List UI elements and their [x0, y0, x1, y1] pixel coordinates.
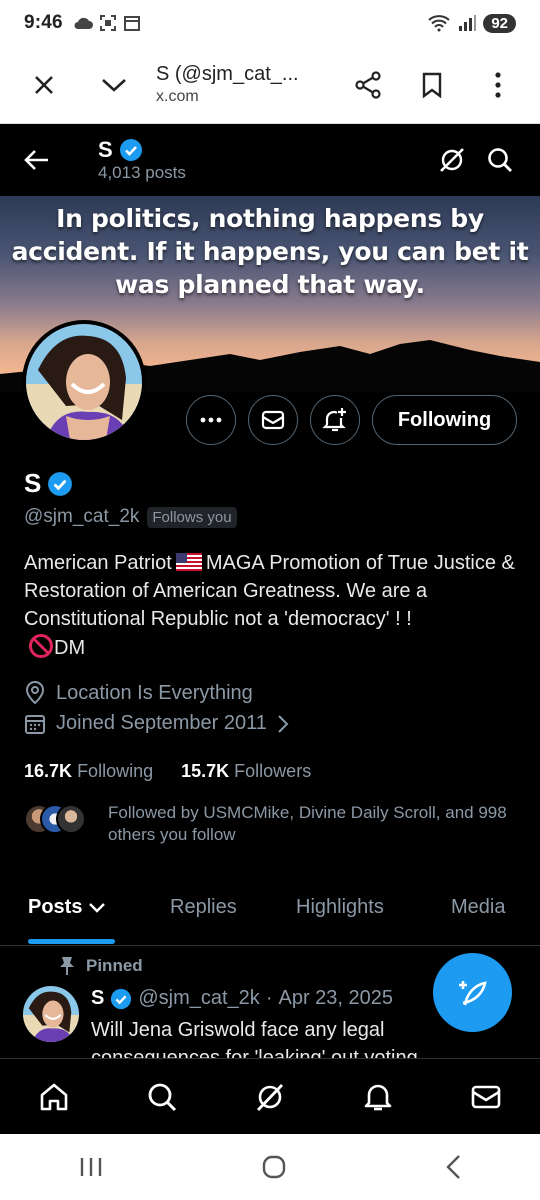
chevron-down-icon: [102, 78, 126, 92]
more-vertical-icon: [495, 71, 501, 98]
profile-joined[interactable]: Joined September 2011: [24, 712, 289, 735]
arrow-left-icon: [24, 150, 48, 170]
message-button[interactable]: [248, 395, 298, 445]
active-tab-indicator: [28, 939, 115, 944]
verified-badge-icon: [119, 138, 142, 161]
follow-stats: 16.7K Following 15.7K Followers: [24, 761, 311, 782]
tab-media[interactable]: Media: [451, 896, 505, 919]
followed-by-text: Followed by USMCMike, Divine Daily Scrol…: [108, 803, 507, 844]
close-tab-button[interactable]: [22, 63, 66, 107]
following-count: 16.7K: [24, 761, 73, 781]
profile-top-bar: S 4,013 posts: [0, 124, 540, 196]
back-button[interactable]: [12, 135, 62, 185]
tab-posts[interactable]: Posts: [28, 896, 106, 919]
back-chevron-icon[interactable]: [444, 1154, 462, 1180]
banner-quote: In politics, nothing happens by accident…: [11, 204, 529, 299]
bookmark-button[interactable]: [410, 63, 454, 107]
status-time: 9:46: [24, 12, 63, 33]
signal-icon: [459, 15, 477, 31]
screenshot-icon: [99, 15, 116, 31]
share-icon: [355, 70, 381, 99]
mutual-avatar: [56, 804, 86, 834]
system-navigation-bar: [0, 1134, 540, 1200]
calendar-icon: [123, 16, 140, 31]
more-options-button[interactable]: [186, 395, 236, 445]
tab-url: x.com: [156, 88, 199, 106]
search-icon[interactable]: [146, 1081, 178, 1113]
pin-icon: [60, 957, 74, 975]
tweet-author-name[interactable]: S: [91, 987, 104, 1010]
grok-icon[interactable]: [438, 146, 466, 174]
more-menu-button[interactable]: [476, 63, 520, 107]
tab-posts-label: Posts: [28, 896, 83, 918]
bell-icon[interactable]: [362, 1081, 394, 1113]
tab-replies[interactable]: Replies: [170, 896, 237, 919]
minimize-tab-button[interactable]: [92, 63, 136, 107]
verified-badge-icon: [48, 471, 73, 496]
tweet-date[interactable]: Apr 23, 2025: [278, 987, 393, 1010]
tab-highlights[interactable]: Highlights: [296, 896, 384, 919]
posts-count: 4,013 posts: [98, 163, 186, 182]
tweet-avatar[interactable]: [23, 986, 79, 1042]
us-flag-icon: [175, 553, 202, 571]
share-button[interactable]: [346, 63, 390, 107]
tweet-author-handle[interactable]: @sjm_cat_2k: [138, 987, 259, 1010]
status-bar: 9:46 92: [0, 0, 540, 46]
compose-feather-icon: [458, 980, 487, 1005]
grok-icon[interactable]: [254, 1081, 286, 1113]
mail-icon: [261, 410, 285, 430]
mail-icon[interactable]: [470, 1081, 502, 1113]
location-text: Location Is Everything: [56, 681, 253, 704]
search-icon[interactable]: [486, 146, 514, 174]
bookmark-icon: [422, 72, 442, 98]
tweet-header: S @sjm_cat_2k · Apr 23, 2025: [91, 987, 393, 1010]
pinned-label: Pinned: [86, 956, 143, 975]
profile-bio: American Patriot MAGA Promotion of True J…: [24, 549, 524, 662]
compose-post-button[interactable]: [433, 953, 512, 1032]
joined-text: Joined September 2011: [56, 712, 267, 734]
header-name: S: [98, 136, 113, 162]
profile-tabs: Posts Replies Highlights Media: [0, 870, 540, 946]
more-horizontal-icon: [200, 417, 222, 423]
location-pin-icon: [25, 681, 45, 705]
calendar-icon: [25, 714, 45, 734]
following-button[interactable]: Following: [372, 395, 517, 445]
tab-title-block: S (@sjm_cat_... x.com: [156, 61, 346, 108]
recent-apps-icon[interactable]: [78, 1156, 104, 1178]
following-stat[interactable]: 16.7K Following: [24, 761, 153, 782]
profile-avatar[interactable]: [22, 320, 146, 444]
browser-toolbar: S (@sjm_cat_... x.com: [0, 46, 540, 124]
close-icon: [35, 75, 53, 94]
avatar-photo: [26, 324, 142, 440]
tab-page-title: S (@sjm_cat_...: [156, 63, 299, 86]
bio-text-3: DM: [54, 637, 86, 659]
followers-count: 15.7K: [181, 761, 230, 781]
follows-you-badge: Follows you: [147, 506, 237, 528]
prohibited-icon: [29, 634, 53, 658]
followers-stat[interactable]: 15.7K Followers: [181, 761, 311, 782]
pinned-label-row: Pinned: [58, 956, 143, 976]
avatar-photo: [23, 986, 79, 1042]
followed-by[interactable]: Followed by USMCMike, Divine Daily Scrol…: [24, 802, 528, 846]
wifi-icon: [428, 15, 450, 32]
bottom-navigation: [0, 1058, 540, 1134]
bell-plus-icon: [322, 408, 346, 432]
profile-location: Location Is Everything: [24, 681, 253, 705]
battery-indicator: 92: [483, 13, 516, 33]
profile-handle: @sjm_cat_2k: [24, 506, 140, 527]
followers-label: Followers: [234, 761, 312, 781]
home-circle-icon[interactable]: [261, 1154, 287, 1180]
mutual-avatars: [24, 804, 94, 838]
home-icon[interactable]: [38, 1081, 70, 1113]
profile-name: S: [24, 468, 42, 498]
notifications-subscribe-button[interactable]: [310, 395, 360, 445]
verified-badge-icon: [111, 988, 132, 1009]
tweet-separator: ·: [265, 987, 273, 1009]
following-label: Following: [77, 761, 154, 781]
bio-text-1: American Patriot: [24, 552, 172, 574]
chevron-right-icon: [278, 714, 289, 733]
cloud-icon: [74, 17, 93, 29]
chevron-down-icon: [89, 902, 106, 913]
